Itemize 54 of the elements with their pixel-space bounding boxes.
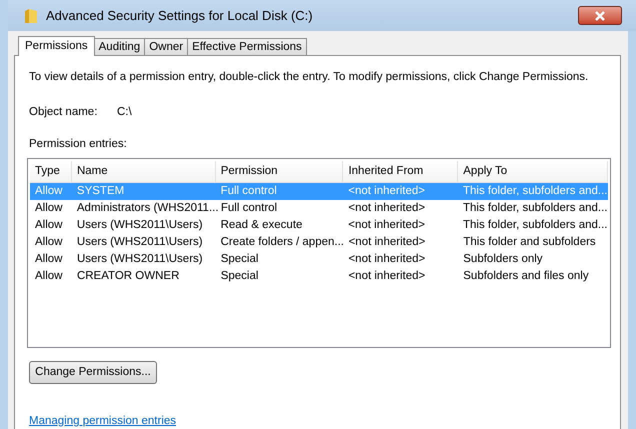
table-cell-text: Special [220, 252, 260, 267]
table-cell-text: Full control [220, 184, 278, 199]
table-cell-text: Full control [220, 200, 278, 216]
column-header[interactable]: Inherited From [343, 160, 458, 182]
table-cell-text: Allow [34, 234, 64, 250]
table-cell-text: Subfolders and files only [462, 268, 590, 284]
column-header[interactable]: Apply To [458, 160, 608, 182]
table-cell-text: Users (WHS2011\Users) [76, 234, 204, 250]
table-cell-text: CREATOR OWNER [76, 268, 180, 284]
table-cell-text: Special [220, 268, 260, 284]
table-cell-text: <not inherited> [347, 184, 426, 199]
table-cell-text: Subfolders only [462, 252, 544, 267]
tab[interactable]: Effective Permissions [187, 38, 307, 55]
table-cell-text: This folder, subfolders and... [462, 218, 608, 233]
table-cell-text: Allow [34, 184, 64, 199]
object-name-label: Object name: [29, 105, 98, 120]
help-link[interactable]: Managing permission entries [29, 414, 176, 427]
tab[interactable]: Auditing [94, 38, 146, 55]
table-row[interactable]: Allow Users (WHS2011\Users) Special <not inherited> Subfolders only [30, 250, 608, 268]
table-cell-text: Users (WHS2011\Users) [76, 252, 204, 267]
table-row[interactable]: Allow CREATOR OWNER Special <not inherited> Subfolders and files only [30, 268, 608, 285]
table-cell-text: <not inherited> [347, 200, 426, 216]
tab[interactable]: Owner [144, 38, 188, 55]
close-icon [594, 10, 606, 20]
change-permissions-button[interactable]: Change Permissions... [29, 360, 157, 384]
table-cell-text: <not inherited> [347, 218, 426, 233]
table-cell-text: Allow [34, 268, 64, 284]
table-cell-text: Create folders / appen... [220, 234, 344, 250]
table-cell-text: Users (WHS2011\Users) [76, 218, 204, 233]
table-cell-text: Allow [34, 200, 64, 216]
close-button[interactable] [578, 6, 622, 25]
table-cell-text: This folder and subfolders [462, 234, 597, 250]
table-cell-text: Allow [34, 218, 64, 233]
tab[interactable]: Permissions [18, 36, 95, 56]
column-header[interactable]: Name [72, 160, 216, 182]
table-cell-text: This folder, subfolders and... [462, 184, 608, 199]
table-cell-text: Administrators (WHS2011... [76, 200, 216, 216]
table-row[interactable]: Allow Administrators (WHS2011... Full control <not inherited> This folder, subfolders and... [30, 200, 608, 217]
table-cell-text: <not inherited> [347, 252, 426, 267]
column-header[interactable]: Permission [216, 160, 344, 182]
entries-label: Permission entries: [29, 136, 128, 152]
window-title: Advanced Security Settings for Local Disk (C:) [46, 6, 313, 25]
table-row[interactable]: Allow Users (WHS2011\Users) Read & execute <not inherited> This folder, subfolders and... [30, 216, 608, 234]
table-cell-text: Read & execute [220, 218, 304, 233]
object-name-value: C:\ [117, 105, 132, 120]
instructions-text: To view details of a permission entry, double-click the entry. To modify permissions, click Change Permissions. [29, 70, 590, 85]
table-cell-text: This folder, subfolders and... [462, 200, 608, 216]
folder-icon [24, 8, 38, 24]
table-cell-text: <not inherited> [348, 234, 426, 250]
table-cell-text: SYSTEM [76, 184, 126, 199]
table-cell-text: Allow [34, 252, 64, 267]
table-row[interactable]: Allow Users (WHS2011\Users) Create folders / appen... <not inherited> This folder and subfolders [30, 234, 608, 251]
column-header[interactable]: Type [30, 160, 72, 182]
table-cell-text: <not inherited> [347, 268, 426, 284]
